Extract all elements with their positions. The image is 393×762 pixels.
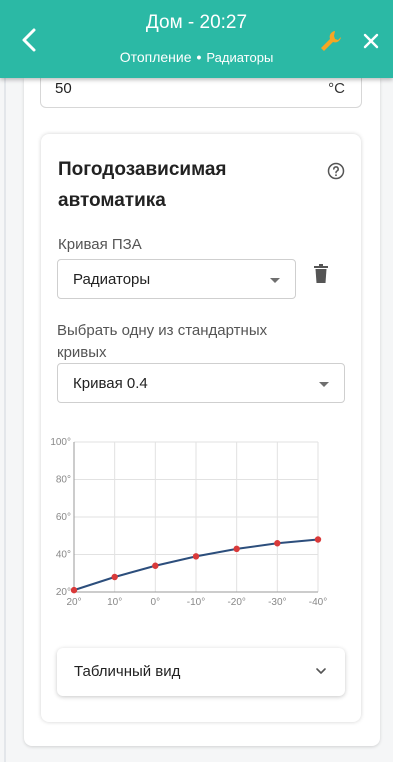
y-tick-label: 60°	[56, 512, 71, 523]
x-tick-label: -10°	[187, 597, 205, 608]
data-point	[274, 540, 281, 547]
x-tick-label: -20°	[227, 597, 245, 608]
data-point	[70, 586, 78, 594]
temperature-unit: °C	[328, 80, 345, 97]
close-icon[interactable]	[360, 30, 382, 52]
wrench-icon[interactable]	[318, 28, 344, 54]
standard-curves-label: Выбрать одну из стандартных кривых	[57, 322, 268, 361]
data-point	[233, 545, 240, 553]
curve-label: Кривая ПЗА	[58, 236, 142, 253]
table-view-toggle[interactable]: Табличный вид	[57, 648, 345, 696]
x-tick-label: 10°	[107, 597, 122, 608]
standard-curve-select[interactable]: Кривая 0.4	[57, 363, 345, 403]
chevron-down-icon	[270, 278, 280, 283]
app-header: Дом - 20:27 Отопление • Радиаторы	[0, 0, 393, 78]
temperature-value: 50	[55, 80, 72, 97]
data-point	[111, 573, 118, 581]
table-view-label: Табличный вид	[74, 663, 181, 680]
section-title: Погодозависимая автоматика	[58, 159, 227, 211]
standard-curve-value: Кривая 0.4	[73, 375, 148, 392]
curve-select[interactable]: Радиаторы	[57, 259, 296, 299]
data-point	[192, 553, 200, 560]
y-tick-label: 100°	[50, 437, 71, 448]
weather-automation-card	[41, 134, 361, 722]
trash-icon[interactable]	[313, 264, 329, 284]
y-tick-label: 40°	[56, 550, 71, 561]
left-divider	[4, 78, 6, 762]
data-point	[152, 562, 159, 569]
breadcrumb-current: Радиаторы	[206, 50, 274, 65]
help-icon[interactable]	[327, 162, 345, 180]
chevron-down-icon	[319, 382, 329, 387]
breadcrumb-separator: •	[196, 49, 202, 65]
x-tick-label: 0°	[151, 597, 161, 608]
y-tick-label: 80°	[56, 475, 71, 486]
x-tick-label: -40°	[309, 597, 327, 608]
curve-select-value: Радиаторы	[73, 271, 151, 288]
breadcrumb-parent[interactable]: Отопление	[120, 49, 192, 65]
x-tick-label: 20°	[66, 597, 81, 608]
heating-curve-chart: 20° 40° 60° 80° 100° 20° 10° 0° -10° -20° -30° -40°	[50, 430, 340, 620]
x-tick-label: -30°	[268, 597, 286, 608]
data-point	[314, 536, 322, 543]
chart-svg: 20°40°60°80°100°20° 10° 0° -10° -20° -30° -40°	[50, 437, 327, 608]
chevron-down-icon	[316, 668, 326, 674]
